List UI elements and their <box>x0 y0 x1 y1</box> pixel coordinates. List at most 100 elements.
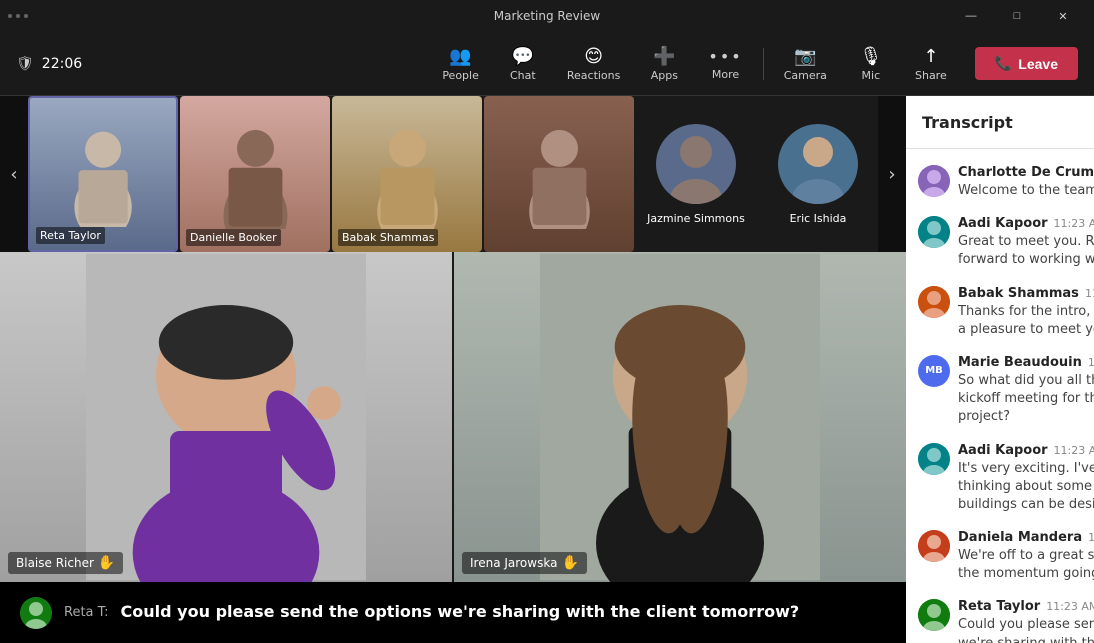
mic-button[interactable]: 🎙 Mic <box>843 40 899 88</box>
blaise-hand-icon: ✋ <box>98 555 115 571</box>
large-videos: Blaise Richer ✋ <box>0 252 906 582</box>
reactions-button[interactable]: 😊 Reactions <box>555 40 633 88</box>
marie-time: 11:23 AM <box>1088 356 1094 369</box>
close-button[interactable]: ✕ <box>1040 0 1086 32</box>
transcript-message-2: Aadi Kapoor 11:23 AM Great to meet you. … <box>906 208 1094 277</box>
babak-msg-time: 11:23 AM <box>1085 287 1094 300</box>
blaise-figure <box>86 252 366 582</box>
large-video-blaise[interactable]: Blaise Richer ✋ <box>0 252 452 582</box>
participant-tile-danielle[interactable]: Danielle Booker <box>180 96 330 252</box>
share-button[interactable]: ↑ Share <box>903 40 959 88</box>
eric-avatar <box>778 124 858 204</box>
babak-silhouette <box>355 119 460 228</box>
irena-hand-icon: ✋ <box>561 555 578 571</box>
camera-icon: 📷 <box>794 46 816 67</box>
mic-label: Mic <box>862 69 881 82</box>
babak-avatar <box>918 286 950 318</box>
irena-name-label: Irena Jarowska ✋ <box>462 552 587 574</box>
marie-message-header: Marie Beaudouin 11:23 AM <box>958 355 1094 370</box>
window-title: Marketing Review <box>494 9 600 23</box>
phone-icon: 📞 <box>995 55 1012 72</box>
title-bar-menu[interactable] <box>8 14 28 18</box>
aadi-message-header-2: Aadi Kapoor 11:23 AM <box>958 443 1094 458</box>
jazmine-avatar-img <box>656 124 736 204</box>
toolbar: 🛡 22:06 👥 People 💬 Chat 😊 Reactions ➕ Ap… <box>0 32 1094 96</box>
babak-msg-text: Thanks for the intro, Charlotte. It's a … <box>958 303 1094 339</box>
more-button[interactable]: ••• More <box>696 41 754 87</box>
reta-avatar-img <box>918 599 950 631</box>
blaise-video-bg <box>0 252 452 582</box>
timer-icon: 🛡 <box>16 56 34 72</box>
participant-tile-jazmine[interactable]: Jazmine Simmons <box>636 96 756 252</box>
daniela-avatar <box>918 530 950 562</box>
large-video-irena[interactable]: Irena Jarowska ✋ <box>452 252 906 582</box>
share-label: Share <box>915 69 947 82</box>
participant-tile-eric[interactable]: Eric Ishida <box>758 96 878 252</box>
aadi-text-2: It's very exciting. I've already been th… <box>958 460 1094 515</box>
reta-msg-time: 11:23 AM <box>1046 600 1094 613</box>
aadi-time-1: 11:23 AM <box>1054 217 1094 230</box>
aadi-avatar-1 <box>918 216 950 248</box>
strip-prev-button[interactable]: ‹ <box>0 96 28 252</box>
babak-name: Babak Shammas <box>338 229 438 246</box>
reta-msg-text: Could you please send the options we're … <box>958 616 1094 643</box>
charlotte-name: Charlotte De Crum <box>958 165 1094 180</box>
jazmine-name: Jazmine Simmons <box>647 212 745 225</box>
marie-name: Marie Beaudouin <box>958 355 1082 370</box>
reta-message-header: Reta Taylor 11:23 AM <box>958 599 1094 614</box>
danielle-silhouette <box>203 119 308 228</box>
reta-msg-avatar <box>918 599 950 631</box>
aadi-message-content-1: Aadi Kapoor 11:23 AM Great to meet you. … <box>958 216 1094 269</box>
irena-figure <box>540 252 820 582</box>
camera-button[interactable]: 📷 Camera <box>772 40 839 88</box>
aadi-avatar-2 <box>918 443 950 475</box>
caption-bar: Reta T: Could you please send the option… <box>0 582 906 643</box>
caption-avatar <box>20 597 52 629</box>
transcript-message-7: Reta Taylor 11:23 AM Could you please se… <box>906 591 1094 643</box>
daniela-text: We're off to a great start. Let's keep t… <box>958 547 1094 583</box>
marie-message-content: Marie Beaudouin 11:23 AM So what did you… <box>958 355 1094 427</box>
toolbar-left: 🛡 22:06 <box>16 56 430 72</box>
aadi-text-1: Great to meet you. Really looking forwar… <box>958 233 1094 269</box>
aadi-avatar-img-1 <box>918 216 950 248</box>
transcript-messages: Charlotte De Crum 11:23 AM Welcome to th… <box>906 149 1094 643</box>
reta-msg-name: Reta Taylor <box>958 599 1040 614</box>
chat-button[interactable]: 💬 Chat <box>495 40 551 88</box>
mic-icon: 🎙 <box>859 46 882 67</box>
daniela-message-header: Daniela Mandera 11:23 AM <box>958 530 1094 545</box>
people-button[interactable]: 👥 People <box>430 40 491 88</box>
transcript-message-5: Aadi Kapoor 11:23 AM It's very exciting.… <box>906 435 1094 523</box>
share-icon: ↑ <box>923 46 938 67</box>
babak-message-header: Babak Shammas 11:23 AM <box>958 286 1094 301</box>
minimize-button[interactable]: — <box>948 0 994 32</box>
participant-tile-room[interactable] <box>484 96 634 252</box>
window-controls: — □ ✕ <box>948 0 1086 32</box>
reactions-label: Reactions <box>567 69 621 82</box>
charlotte-message-header: Charlotte De Crum 11:23 AM <box>958 165 1094 180</box>
people-label: People <box>442 69 479 82</box>
participant-tile-babak[interactable]: Babak Shammas <box>332 96 482 252</box>
caption-speaker: Reta T: <box>64 605 109 620</box>
charlotte-avatar <box>918 165 950 197</box>
people-icon: 👥 <box>449 46 471 67</box>
title-bar: Marketing Review — □ ✕ <box>0 0 1094 32</box>
caption-text: Could you please send the options we're … <box>121 602 800 623</box>
video-area: ‹ Reta Taylor <box>0 96 906 643</box>
transcript-message-4: MB Marie Beaudouin 11:23 AM So what did … <box>906 347 1094 435</box>
room-video <box>484 96 634 252</box>
eric-name: Eric Ishida <box>790 212 847 225</box>
toolbar-separator <box>763 48 764 80</box>
daniela-time: 11:23 AM <box>1088 531 1094 544</box>
chat-label: Chat <box>510 69 536 82</box>
camera-label: Camera <box>784 69 827 82</box>
maximize-button[interactable]: □ <box>994 0 1040 32</box>
participant-tile-reta[interactable]: Reta Taylor <box>28 96 178 252</box>
aadi-message-content-2: Aadi Kapoor 11:23 AM It's very exciting.… <box>958 443 1094 515</box>
marie-avatar: MB <box>918 355 950 387</box>
apps-label: Apps <box>651 69 678 82</box>
strip-next-button[interactable]: › <box>878 96 906 252</box>
blaise-name-text: Blaise Richer <box>16 556 94 570</box>
leave-button[interactable]: 📞 Leave <box>975 47 1078 80</box>
apps-button[interactable]: ➕ Apps <box>636 40 692 88</box>
eric-avatar-img <box>778 124 858 204</box>
